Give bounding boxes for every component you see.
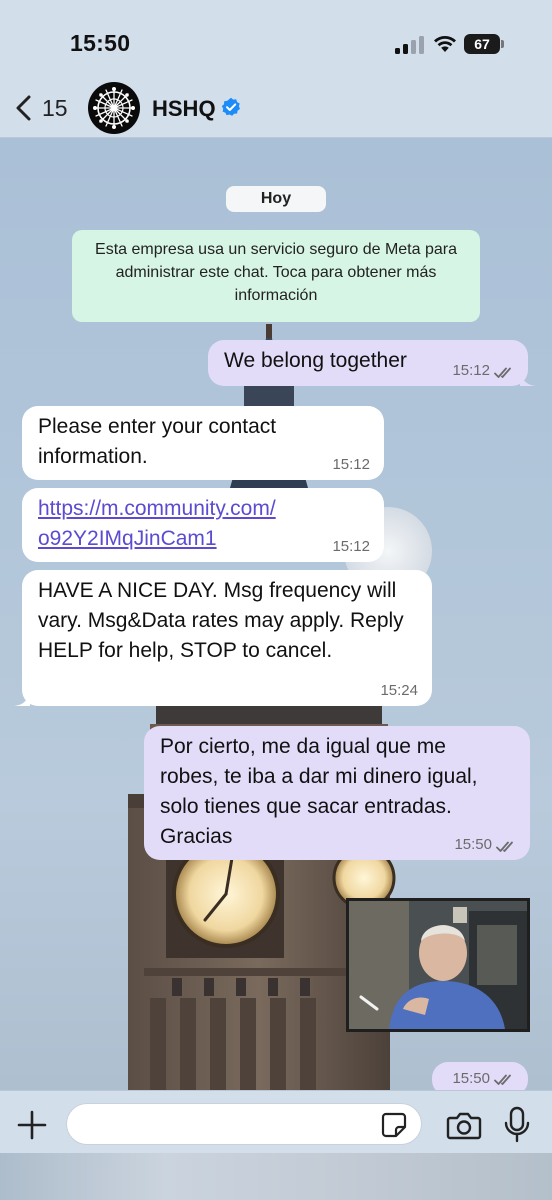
battery-level: 67 bbox=[464, 34, 500, 54]
message-bubble-incoming[interactable]: https://m.community.com/ o92Y2IMqJinCam1… bbox=[22, 488, 384, 562]
contact-name[interactable]: HSHQ bbox=[152, 96, 216, 122]
message-bubble-outgoing[interactable]: 15:50 bbox=[432, 1062, 528, 1090]
image-content bbox=[349, 901, 527, 1029]
verified-badge-icon bbox=[221, 97, 240, 116]
message-time: 15:12 bbox=[332, 456, 370, 473]
back-button[interactable]: 15 bbox=[8, 88, 78, 128]
message-time: 15:12 bbox=[452, 362, 490, 379]
message-text: We belong together bbox=[224, 349, 407, 372]
signal-icon bbox=[395, 36, 425, 54]
image-message[interactable] bbox=[346, 898, 530, 1032]
message-bubble-outgoing[interactable]: We belong together 15:12 bbox=[208, 340, 536, 386]
wifi-icon bbox=[434, 35, 456, 52]
encryption-notice[interactable]: Esta empresa usa un servicio seguro de M… bbox=[72, 230, 480, 322]
chat-area[interactable]: Hoy Esta empresa usa un servicio seguro … bbox=[0, 138, 552, 1090]
message-bubble-outgoing[interactable]: Por cierto, me da igual que me robes, te… bbox=[144, 726, 530, 860]
read-receipt-icon bbox=[496, 841, 513, 852]
avatar[interactable] bbox=[88, 82, 140, 134]
message-composer bbox=[0, 1090, 552, 1200]
read-receipt-icon bbox=[494, 367, 511, 378]
back-chevron-icon bbox=[16, 95, 31, 121]
message-input[interactable] bbox=[66, 1103, 422, 1145]
chat-header: 15 HSHQ bbox=[0, 80, 552, 138]
message-link[interactable]: https://m.community.com/ bbox=[38, 494, 368, 524]
message-time: 15:50 bbox=[452, 1070, 490, 1087]
message-time: 15:50 bbox=[454, 836, 492, 853]
message-time: 15:24 bbox=[380, 682, 418, 699]
message-link[interactable]: o92Y2IMqJinCam1 bbox=[38, 524, 368, 554]
avatar-logo bbox=[93, 87, 135, 129]
microphone-icon[interactable] bbox=[504, 1105, 530, 1145]
battery-icon: 67 bbox=[464, 34, 504, 54]
message-text: HAVE A NICE DAY. Msg frequency will vary… bbox=[38, 579, 404, 662]
message-time: 15:12 bbox=[332, 538, 370, 555]
status-bar: 15:50 67 bbox=[0, 0, 552, 80]
keyboard-preview-area bbox=[0, 1153, 552, 1200]
camera-icon[interactable] bbox=[446, 1109, 482, 1141]
battery-tip bbox=[501, 40, 504, 48]
message-text: Por cierto, me da igual que me robes, te… bbox=[160, 735, 478, 848]
sticker-icon[interactable] bbox=[380, 1111, 408, 1139]
plus-icon[interactable] bbox=[14, 1107, 50, 1143]
message-bubble-incoming[interactable]: Please enter your contact information. 1… bbox=[22, 406, 384, 480]
message-bubble-incoming[interactable]: HAVE A NICE DAY. Msg frequency will vary… bbox=[14, 570, 432, 706]
date-separator: Hoy bbox=[226, 186, 326, 212]
bubble-tail bbox=[14, 690, 30, 706]
unread-count: 15 bbox=[42, 95, 68, 121]
status-time: 15:50 bbox=[70, 30, 131, 56]
read-receipt-icon bbox=[494, 1074, 511, 1085]
message-text: Please enter your contact information. bbox=[38, 415, 277, 468]
bubble-tail bbox=[520, 370, 536, 386]
